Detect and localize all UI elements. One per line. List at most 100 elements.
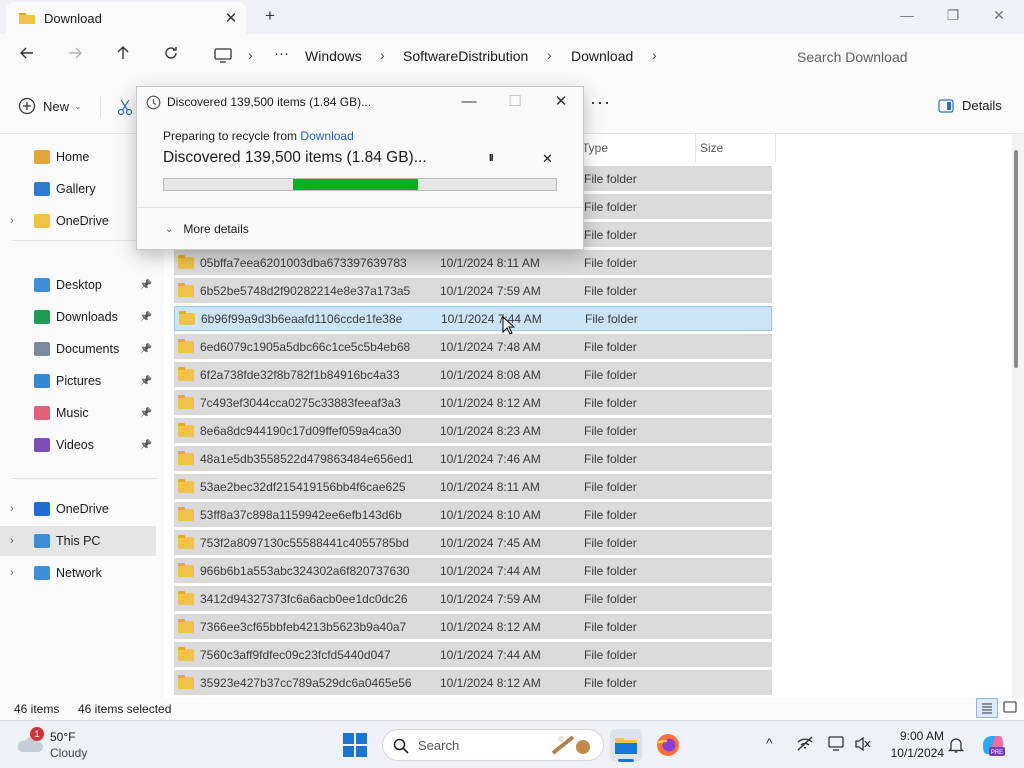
expand-chevron-icon[interactable]: ›: [10, 503, 14, 515]
new-button[interactable]: New ⌄: [18, 97, 82, 115]
breadcrumb-softwaredistribution[interactable]: SoftwareDistribution: [403, 48, 528, 64]
row-type: File folder: [584, 535, 637, 550]
row-date-modified: 10/1/2024 8:12 AM: [440, 395, 541, 410]
row-date-modified: 10/1/2024 8:12 AM: [440, 619, 541, 634]
weather-description: Cloudy: [50, 746, 88, 760]
maximize-button[interactable]: ❐: [930, 0, 976, 30]
taskbar-file-explorer[interactable]: [610, 729, 642, 762]
table-row[interactable]: 53ff8a37c898a1159942ee6efb143d6b 10/1/202…: [174, 502, 772, 527]
new-tab-button[interactable]: +: [258, 6, 282, 28]
details-view-button[interactable]: [976, 698, 998, 718]
tab-download[interactable]: Download ✕: [6, 2, 246, 34]
table-row[interactable]: 6ed6079c1905a5dbc66c1ce5c5b4eb68 10/1/202…: [174, 334, 772, 359]
start-button[interactable]: [342, 732, 368, 761]
table-row[interactable]: 7560c3aff9fdfec09c23fcfd5440d047 10/1/202…: [174, 642, 772, 667]
clock[interactable]: 9:00 AM 10/1/2024: [880, 729, 944, 760]
dialog-minimize-button[interactable]: —: [447, 89, 491, 115]
folder-icon: [178, 366, 194, 381]
cancel-operation-button[interactable]: ✕: [542, 151, 553, 167]
sidebar-item-home[interactable]: Home: [0, 142, 156, 172]
network-disconnected-icon[interactable]: [796, 736, 814, 752]
sidebar-item-this-pc[interactable]: › This PC: [0, 526, 156, 556]
table-row[interactable]: 8e6a8dc944190c17d09ffef059a4ca30 10/1/202…: [174, 418, 772, 443]
row-type: File folder: [585, 311, 638, 326]
more-details-button[interactable]: ⌄ More details: [165, 222, 249, 236]
details-pane-button[interactable]: Details: [938, 98, 1002, 113]
address-bar[interactable]: › ··· Windows › SoftwareDistribution › D…: [200, 40, 774, 72]
table-row[interactable]: 753f2a8097130c55588441c4055785bd 10/1/202…: [174, 530, 772, 555]
vertical-scrollbar[interactable]: [1014, 150, 1018, 368]
svg-text:PRE: PRE: [991, 750, 1003, 756]
sidebar-item-label: Music: [56, 406, 89, 420]
title-bar: Download ✕ + — ❐ ✕: [0, 0, 1024, 34]
sidebar-item-network[interactable]: › Network: [0, 558, 156, 588]
table-row[interactable]: 7c493ef3044cca0275c33883feeaf3a3 10/1/202…: [174, 390, 772, 415]
pause-button[interactable]: II: [489, 153, 493, 164]
sidebar-item-pictures[interactable]: Pictures 📌: [0, 366, 156, 396]
sidebar-item-onedrive[interactable]: › OneDrive: [0, 206, 156, 236]
copilot-icon[interactable]: PRE: [980, 733, 1006, 757]
sidebar-item-music[interactable]: Music 📌: [0, 398, 156, 428]
table-row[interactable]: 966b6b1a553abc324302a6f820737630 10/1/202…: [174, 558, 772, 583]
minimize-button[interactable]: —: [884, 0, 930, 30]
table-row[interactable]: 05bffa7eea6201003dba673397639783 10/1/202…: [174, 250, 772, 275]
table-row[interactable]: 6f2a738fde32f8b782f1b84916bc4a33 10/1/202…: [174, 362, 772, 387]
breadcrumb-download[interactable]: Download: [571, 48, 633, 64]
volume-muted-icon[interactable]: [854, 736, 872, 752]
row-name: 3412d94327373fc6a6acb0ee1dc0dc26: [200, 591, 408, 606]
row-type: File folder: [584, 367, 637, 382]
dialog-maximize-button[interactable]: ☐: [493, 89, 537, 115]
search-input[interactable]: Search Download: [785, 42, 1017, 72]
desktop-icon: [34, 278, 50, 292]
more-breadcrumbs-button[interactable]: ···: [274, 45, 289, 62]
sidebar-item-gallery[interactable]: Gallery: [0, 174, 156, 204]
back-button[interactable]: [12, 42, 42, 70]
sidebar-item-desktop[interactable]: Desktop 📌: [0, 270, 156, 300]
expand-chevron-icon[interactable]: ›: [10, 567, 14, 579]
row-type: File folder: [584, 339, 637, 354]
row-type: File folder: [584, 451, 637, 466]
up-button[interactable]: [108, 42, 138, 70]
taskbar-firefox[interactable]: [656, 733, 680, 760]
breadcrumb-windows[interactable]: Windows: [305, 48, 362, 64]
expand-chevron-icon[interactable]: ›: [10, 535, 14, 547]
close-button[interactable]: ✕: [976, 0, 1022, 30]
more-options-button[interactable]: ···: [590, 92, 611, 113]
chevron-down-icon: ⌄: [74, 100, 82, 111]
table-row[interactable]: 7366ee3cf65bbfeb4213b5623b9a40a7 10/1/202…: [174, 614, 772, 639]
cut-button[interactable]: [116, 98, 134, 119]
sidebar-item-videos[interactable]: Videos 📌: [0, 430, 156, 460]
mouse-cursor-icon: [502, 316, 516, 335]
table-row[interactable]: 35923e427b37cc789a529dc6a0465e56 10/1/202…: [174, 670, 772, 695]
tab-close-button[interactable]: ✕: [216, 9, 246, 27]
refresh-button[interactable]: [156, 42, 186, 70]
table-row[interactable]: 48a1e5db3558522d479863484e656ed1 10/1/202…: [174, 446, 772, 471]
sidebar-item-onedrive[interactable]: › OneDrive: [0, 494, 156, 524]
source-folder-link[interactable]: Download: [300, 129, 353, 143]
monitor-icon[interactable]: [828, 736, 846, 752]
item-count: 46 items: [14, 702, 60, 716]
row-name: 753f2a8097130c55588441c4055785bd: [200, 535, 409, 550]
sidebar-item-documents[interactable]: Documents 📌: [0, 334, 156, 364]
sidebar-item-label: Desktop: [56, 278, 102, 292]
preparing-prefix: Preparing to recycle from: [163, 129, 298, 143]
row-date-modified: 10/1/2024 7:45 AM: [440, 535, 541, 550]
dialog-close-button[interactable]: ✕: [539, 89, 583, 115]
table-row[interactable]: 6b96f99a9d3b6eaafd1106ccde1fe38e 10/1/202…: [174, 306, 772, 331]
taskbar-search-box[interactable]: Search: [382, 729, 604, 761]
toolbar-divider: [100, 96, 101, 118]
table-row[interactable]: 6b52be5748d2f90282214e8e37a173a5 10/1/202…: [174, 278, 772, 303]
sidebar-item-downloads[interactable]: Downloads 📌: [0, 302, 156, 332]
expand-chevron-icon[interactable]: ›: [10, 215, 14, 227]
row-date-modified: 10/1/2024 8:08 AM: [440, 367, 541, 382]
bell-icon[interactable]: [948, 736, 964, 754]
table-row[interactable]: 53ae2bec32df215419156bb4f6cae625 10/1/202…: [174, 474, 772, 499]
table-row[interactable]: 3412d94327373fc6a6acb0ee1dc0dc26 10/1/202…: [174, 586, 772, 611]
forward-button[interactable]: [60, 42, 90, 70]
folder-icon: [179, 310, 195, 325]
weather-widget[interactable]: 1 50°F Cloudy: [16, 727, 126, 761]
tiles-view-button[interactable]: [1000, 698, 1022, 718]
dialog-heading: Discovered 139,500 items (1.84 GB)...: [163, 149, 427, 166]
row-date-modified: 10/1/2024 7:46 AM: [440, 451, 541, 466]
tray-chevron-button[interactable]: ^: [766, 735, 773, 751]
